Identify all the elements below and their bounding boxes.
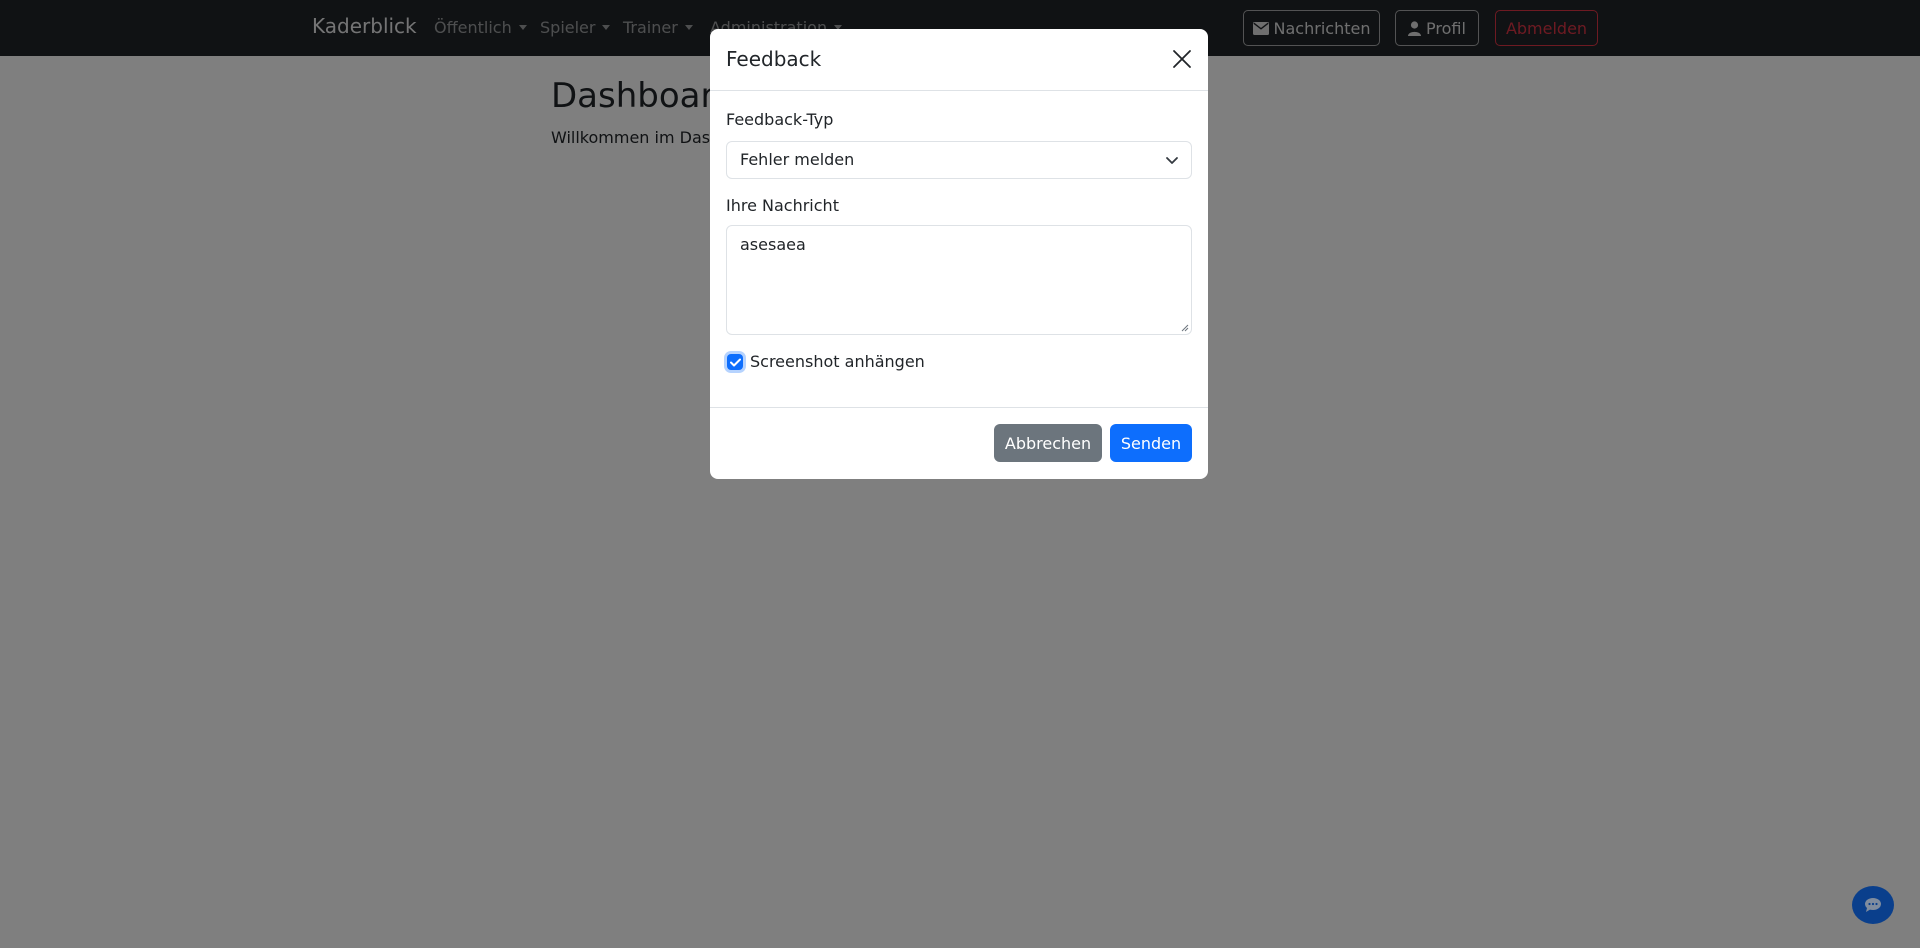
cancel-button[interactable]: Abbrechen: [994, 424, 1102, 462]
chat-button[interactable]: [1852, 886, 1894, 924]
message-value: asesaea: [740, 235, 806, 254]
feedback-modal: Feedback Feedback-Typ Fehler melden Ihre…: [710, 29, 1208, 479]
send-button[interactable]: Senden: [1110, 424, 1192, 462]
check-icon: [729, 358, 741, 366]
resize-grip-icon[interactable]: [1181, 324, 1189, 332]
chat-icon: [1865, 898, 1881, 912]
feedback-type-label: Feedback-Typ: [726, 110, 834, 129]
feedback-type-select[interactable]: Fehler melden: [726, 141, 1192, 179]
screenshot-checkbox[interactable]: [727, 354, 743, 370]
modal-title: Feedback: [726, 47, 822, 71]
screenshot-checkbox-label[interactable]: Screenshot anhängen: [750, 352, 925, 371]
close-icon[interactable]: [1172, 49, 1192, 69]
message-textarea[interactable]: asesaea: [726, 225, 1192, 335]
modal-footer: Abbrechen Senden: [710, 407, 1208, 479]
chevron-down-icon: [1166, 157, 1178, 164]
cancel-label: Abbrechen: [1004, 433, 1092, 453]
modal-header: Feedback: [710, 29, 1208, 91]
message-label: Ihre Nachricht: [726, 196, 839, 215]
feedback-type-value: Fehler melden: [740, 150, 855, 169]
send-label: Senden: [1120, 433, 1182, 453]
